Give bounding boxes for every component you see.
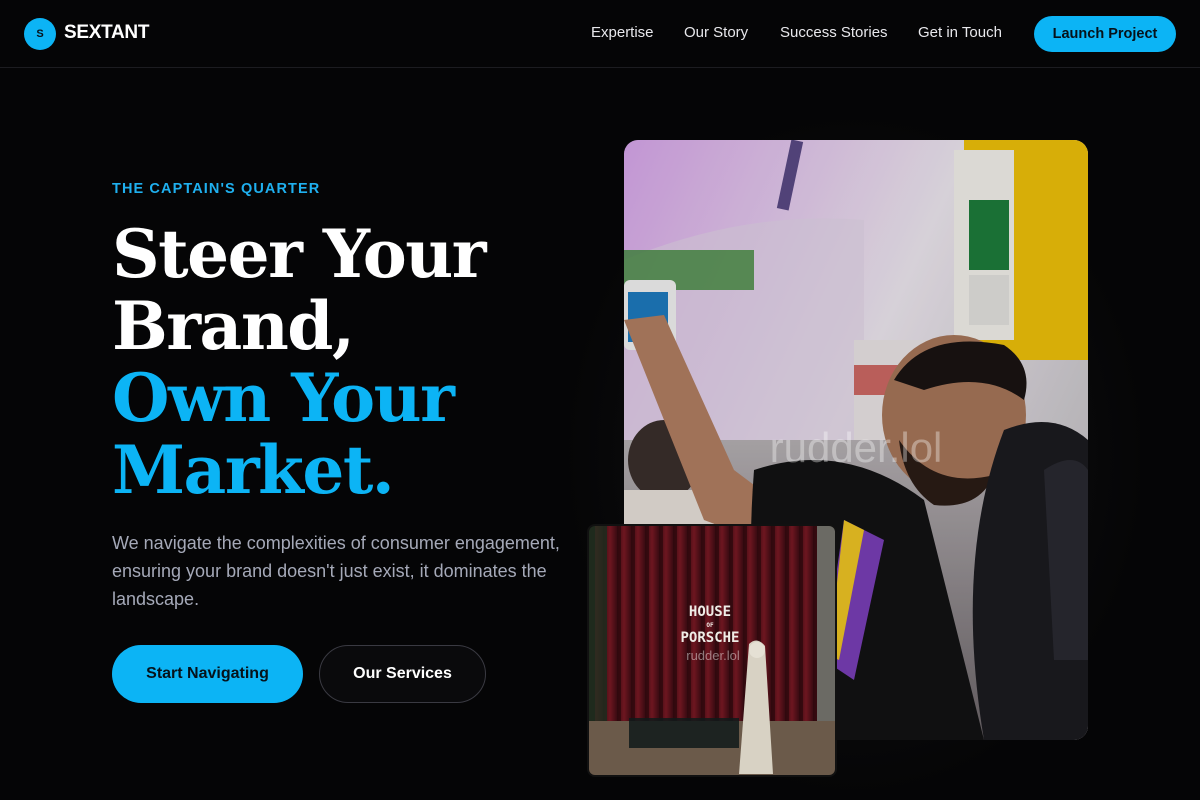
small-photo-watermark: rudder.lol — [686, 648, 740, 663]
brand-name[interactable]: SEXTANT — [64, 22, 149, 44]
headline-line-4: Market. — [112, 431, 395, 509]
house-of-porsche-illustration: HOUSE OF PORSCHE rudder.lol — [589, 526, 835, 775]
sign-of: OF — [706, 622, 714, 629]
hero-headline: Steer Your Brand, Own Your Market. — [112, 218, 592, 506]
logo-icon[interactable]: S — [24, 18, 56, 50]
hero-eyebrow: THE CAPTAIN'S QUARTER — [112, 181, 321, 197]
nav-link-success-stories[interactable]: Success Stories — [780, 24, 888, 41]
main-photo-watermark: rudder.lol — [770, 424, 943, 471]
launch-project-button[interactable]: Launch Project — [1034, 16, 1176, 52]
headline-line-2: Brand, — [112, 287, 355, 365]
nav-link-get-in-touch[interactable]: Get in Touch — [918, 24, 1002, 41]
hero-description: We navigate the complexities of consumer… — [112, 533, 560, 609]
nav-link-expertise[interactable]: Expertise — [591, 24, 654, 41]
headline-line-1: Steer Your — [112, 215, 487, 293]
sign-house: HOUSE — [689, 604, 731, 620]
logo-letter: S — [36, 28, 44, 40]
top-nav: S SEXTANT Expertise Our Story Success St… — [0, 0, 1200, 68]
start-navigating-button[interactable]: Start Navigating — [112, 645, 303, 703]
hero-photo-house-of-porsche: HOUSE OF PORSCHE rudder.lol — [587, 524, 837, 777]
our-services-button[interactable]: Our Services — [319, 645, 486, 703]
headline-line-3: Own Your — [112, 359, 455, 437]
nav-link-our-story[interactable]: Our Story — [684, 24, 748, 41]
sign-porsche: PORSCHE — [680, 630, 739, 646]
